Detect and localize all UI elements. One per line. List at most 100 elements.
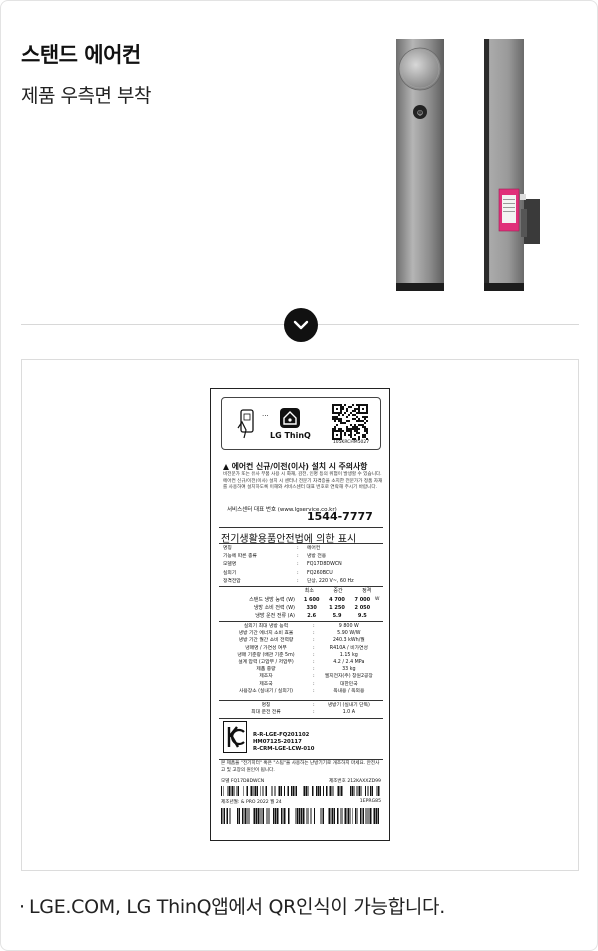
spec-key: 모델명 — [223, 562, 237, 568]
perf-unit — [375, 604, 383, 612]
qr-module — [364, 416, 366, 418]
qr-module — [356, 426, 358, 428]
qr-module — [366, 416, 368, 418]
detail-key: 제조국 — [259, 681, 273, 687]
barcode-bar — [306, 786, 307, 796]
detail-row: 제품 중량:33 kg — [219, 666, 383, 673]
svg-text:☺: ☺ — [417, 110, 423, 117]
qr-module — [358, 410, 360, 412]
qr-module — [356, 404, 358, 406]
barcode-bar — [329, 786, 331, 796]
perf-head-cell: 정격 — [362, 588, 372, 594]
qr-module — [356, 428, 358, 430]
qr-module — [362, 408, 364, 410]
barcode-bar — [248, 808, 249, 824]
qr-module — [334, 416, 336, 418]
barcode-bar — [357, 786, 359, 796]
barcode-bar — [226, 808, 228, 824]
qr-module — [348, 434, 350, 436]
spec-value: FQ260BCU — [307, 570, 333, 576]
barcode-bar — [337, 808, 339, 824]
barcode-bar — [350, 786, 351, 796]
qr-module — [360, 424, 362, 426]
bullet-icon: · — [19, 896, 25, 918]
unit-front-image: ☺ — [396, 39, 444, 291]
notice-text: 본 제품을 "전기히터" 혹은 "스팀"을 사용하는 난방기기로 개조하지 마세… — [221, 761, 380, 773]
barcode-bar — [365, 808, 366, 824]
cert-line: R-CRM-LGE-LCW-010 — [253, 745, 315, 752]
spec-value: FQ17D8DWCN — [307, 562, 342, 568]
cert-list: R-R-LGE-FQ201102 HM07125-20117 R-CRM-LGE-L… — [253, 732, 314, 752]
perf-head-cell: 중간 — [333, 588, 343, 594]
barcode-bar — [255, 786, 257, 796]
barcode-bar — [262, 786, 264, 796]
barcode-bar — [304, 786, 306, 796]
barcode-bar — [355, 808, 356, 824]
spec-row: 기능에 따른 종류: 냉방 전용 — [223, 553, 383, 561]
barcode-bar — [371, 786, 373, 796]
barcode-bar — [348, 808, 350, 824]
maker-list: 명칭: 냉방기 (실내기 단독) 최대 운전 전류:1.0 A — [219, 702, 383, 716]
barcode-bar — [359, 786, 360, 796]
qr-module — [340, 428, 342, 430]
footnote-text: LGE.COM, LG ThinQ앱에서 QR인식이 가능합니다. — [29, 896, 445, 918]
qr-module — [356, 416, 358, 418]
qr-module — [356, 408, 358, 410]
barcode-bar — [350, 808, 351, 824]
qr-module — [358, 418, 360, 420]
barcode-bar — [232, 786, 233, 796]
qr-module — [332, 418, 334, 420]
qr-module — [334, 420, 336, 422]
qr-module — [366, 406, 368, 408]
barcode-bar — [337, 786, 338, 796]
barcode-bar — [260, 808, 261, 824]
qr-module — [334, 426, 336, 428]
barcode-bar — [316, 786, 318, 796]
barcode-bar — [332, 786, 334, 796]
barcode-bar — [231, 786, 232, 796]
qr-module — [358, 404, 360, 406]
barcode-bar — [295, 808, 297, 824]
qr-module — [354, 414, 356, 416]
product-label-card: 스탠드 에어컨 제품 우측면 부착 ☺ ··· LG ThinQ 105KRCH… — [0, 0, 598, 951]
barcode-bar — [351, 786, 353, 796]
maker-key: 명칭 — [261, 703, 271, 708]
barcode-bar — [323, 808, 324, 824]
qr-module — [358, 406, 360, 408]
qr-module — [364, 434, 366, 436]
perf-key: 스탠드 냉방 능력 (W) — [249, 597, 295, 603]
perf-key: 냉방 소비 전력 (W) — [253, 605, 295, 611]
barcode-bar — [369, 808, 370, 824]
qr-module — [334, 430, 336, 432]
perf-values: 2.6 5.9 9.5 — [299, 612, 375, 620]
barcode-bar — [252, 786, 254, 796]
barcode-bar — [243, 786, 244, 796]
qr-module — [362, 424, 364, 426]
label-divider — [219, 700, 383, 701]
barcode-bar — [360, 786, 362, 796]
barcode-bar — [377, 808, 379, 824]
detail-key: 제조자 — [259, 674, 273, 680]
model-line: 모델 FQ17D8DWCN 제조번호 212KAXXZD99 — [221, 778, 381, 784]
expand-toggle-button[interactable] — [284, 308, 318, 342]
barcode-bar — [285, 808, 286, 824]
barcode-bar — [268, 808, 269, 824]
barcode-bar — [239, 808, 240, 824]
detail-value: 4.2 / 2.4 MPa — [333, 660, 365, 666]
qr-module — [360, 420, 362, 422]
barcode-bar — [261, 808, 263, 824]
spec-sep: : — [297, 554, 299, 560]
detail-value: 1.15 kg — [339, 652, 358, 658]
qr-module — [342, 414, 344, 416]
thinq-brand: LG ThinQ — [270, 431, 311, 440]
qr-module — [338, 414, 340, 416]
qr-module — [348, 420, 350, 422]
barcode-icon — [221, 808, 379, 824]
detail-key: 냉방 기간 월간 소비 전력량 — [238, 638, 294, 644]
qr-module — [340, 404, 342, 406]
qr-module — [366, 420, 368, 422]
qr-module — [352, 414, 354, 416]
qr-module — [332, 412, 334, 414]
qr-module — [342, 406, 344, 408]
barcode-bar — [265, 786, 267, 796]
